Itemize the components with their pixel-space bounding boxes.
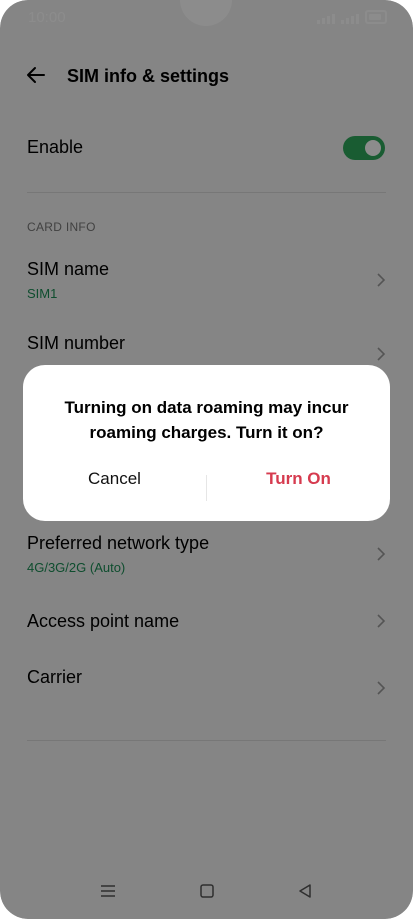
cancel-button[interactable]: Cancel (23, 469, 206, 489)
phone-screen: 10:00 SIM info & settings Enable CARD IN… (0, 0, 413, 919)
dialog-message: Turning on data roaming may incur roamin… (64, 398, 349, 442)
roaming-dialog: Turning on data roaming may incur roamin… (23, 365, 390, 521)
turn-on-button[interactable]: Turn On (207, 469, 390, 489)
